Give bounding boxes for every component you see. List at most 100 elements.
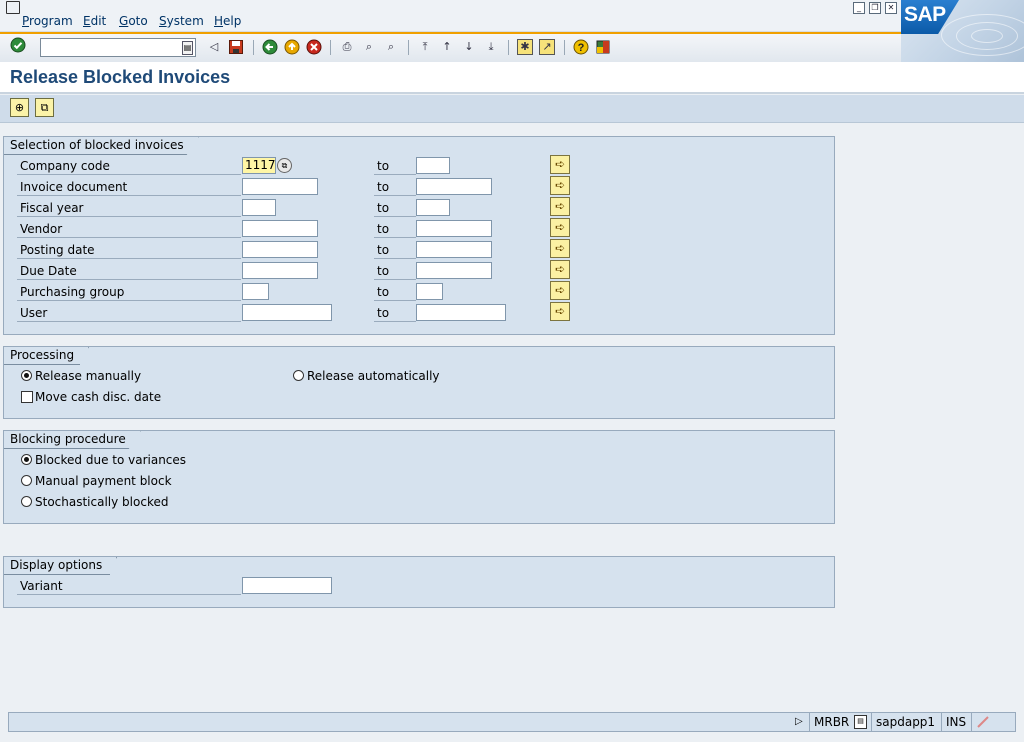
due-date-from-input[interactable] (242, 262, 318, 279)
company-code-to-input[interactable] (416, 157, 450, 174)
app-menu-icon[interactable] (6, 1, 20, 14)
label-underline (374, 279, 416, 280)
menu-edit[interactable]: Edit (83, 14, 106, 28)
exit-icon[interactable] (284, 39, 300, 55)
menu-program[interactable]: Program (22, 14, 73, 28)
purchasing-group-from-input[interactable] (242, 283, 269, 300)
layout-menu-icon[interactable] (595, 39, 611, 55)
invoice-document-label: Invoice document (20, 180, 128, 194)
label-underline (17, 321, 241, 322)
release-manually-label: Release manually (35, 369, 142, 383)
label-underline (374, 258, 416, 259)
enter-icon[interactable] (10, 37, 26, 53)
first-page-icon[interactable]: ⤒ (417, 39, 433, 55)
menu-help[interactable]: Help (214, 14, 241, 28)
svg-text:?: ? (578, 42, 585, 54)
fiscal-year-to-input[interactable] (416, 199, 450, 216)
due-date-label: Due Date (20, 264, 77, 278)
help-icon[interactable]: ? (573, 39, 589, 55)
posting-date-to-input[interactable] (416, 241, 492, 258)
release-automatically-radio[interactable] (293, 370, 304, 381)
release-manually-radio[interactable] (21, 370, 32, 381)
fiscal-year-multiple-selection-button[interactable]: ➪ (550, 197, 570, 216)
command-field[interactable]: ▤ (40, 38, 196, 57)
label-underline (17, 216, 241, 217)
vendor-label: Vendor (20, 222, 63, 236)
company-code-from-input[interactable]: 1117 (242, 157, 276, 174)
user-to-input[interactable] (416, 304, 506, 321)
sap-logo: SAP (901, 0, 1024, 62)
menu-system[interactable]: System (159, 14, 204, 28)
multiple-selection-icon[interactable]: ⧉ (277, 158, 292, 173)
blocked-variances-label: Blocked due to variances (35, 453, 187, 467)
menu-goto[interactable]: Goto (119, 14, 148, 28)
vendor-to-input[interactable] (416, 220, 492, 237)
find-icon[interactable]: ⌕ (361, 39, 377, 55)
manual-payment-block-label: Manual payment block (35, 474, 172, 488)
execute-icon[interactable]: ⊕ (10, 98, 29, 117)
restore-icon[interactable]: ❐ (869, 2, 881, 14)
minimize-icon[interactable]: _ (853, 2, 865, 14)
toolbar-separator (564, 40, 565, 55)
next-page-icon[interactable]: ↓ (461, 39, 477, 55)
stochastically-blocked-radio[interactable] (21, 496, 32, 507)
posting-date-label: Posting date (20, 243, 95, 257)
company-code-multiple-selection-button[interactable]: ➪ (550, 155, 570, 174)
selection-group-title: Selection of blocked invoices (4, 137, 199, 155)
print-icon[interactable]: ⎙ (339, 39, 355, 55)
label-underline (17, 300, 241, 301)
vendor-multiple-selection-button[interactable]: ➪ (550, 218, 570, 237)
toolbar-separator (253, 40, 254, 55)
back-icon[interactable] (262, 39, 278, 55)
invoice-document-multiple-selection-button[interactable]: ➪ (550, 176, 570, 195)
blocked-variances-radio[interactable] (21, 454, 32, 465)
cancel-icon[interactable] (306, 39, 322, 55)
label-underline (17, 258, 241, 259)
save-icon[interactable] (228, 39, 244, 55)
purchasing-group-label: Purchasing group (20, 285, 125, 299)
back-arrow-icon[interactable]: ◁ (206, 39, 222, 55)
variant-input[interactable] (242, 577, 332, 594)
group-underline (4, 574, 110, 575)
purchasing-group-to-input[interactable] (416, 283, 443, 300)
stochastically-blocked-label: Stochastically blocked (35, 495, 169, 509)
to-label: to (377, 285, 390, 299)
company-code-label: Company code (20, 159, 110, 173)
vendor-from-input[interactable] (242, 220, 318, 237)
fiscal-year-from-input[interactable] (242, 199, 276, 216)
session-info-icon[interactable]: ▤ (854, 715, 867, 729)
last-page-icon[interactable]: ⤓ (483, 39, 499, 55)
invoice-document-to-input[interactable] (416, 178, 492, 195)
label-underline (374, 237, 416, 238)
due-date-to-input[interactable] (416, 262, 492, 279)
find-next-icon[interactable]: ⌕ (383, 39, 399, 55)
invoice-document-from-input[interactable] (242, 178, 318, 195)
processing-group-title: Processing (4, 347, 89, 365)
move-cash-disc-checkbox[interactable] (21, 391, 33, 403)
insert-mode[interactable]: INS (941, 713, 971, 731)
user-from-input[interactable] (242, 304, 332, 321)
posting-date-from-input[interactable] (242, 241, 318, 258)
processing-group: Processing Release manually Release auto… (3, 346, 835, 419)
command-dropdown-icon[interactable]: ▤ (182, 41, 193, 55)
label-underline (374, 174, 416, 175)
manual-payment-block-radio[interactable] (21, 475, 32, 486)
transaction-cell[interactable]: MRBR ▤ (809, 713, 871, 731)
shortcut-icon[interactable]: ↗ (539, 39, 555, 55)
status-bar: ▷ MRBR ▤ sapdapp1 INS (8, 712, 1016, 732)
previous-page-icon[interactable]: ↑ (439, 39, 455, 55)
status-expand-icon[interactable]: ▷ (791, 713, 809, 731)
label-underline (17, 195, 241, 196)
posting-date-multiple-selection-button[interactable]: ➪ (550, 239, 570, 258)
create-session-icon[interactable]: ✱ (517, 39, 533, 55)
get-variant-icon[interactable]: ⧉ (35, 98, 54, 117)
label-underline (374, 216, 416, 217)
user-label: User (20, 306, 48, 320)
move-cash-disc-label: Move cash disc. date (35, 390, 162, 404)
release-automatically-label: Release automatically (307, 369, 440, 383)
purchasing-group-multiple-selection-button[interactable]: ➪ (550, 281, 570, 300)
close-icon[interactable]: ✕ (885, 2, 897, 14)
user-multiple-selection-button[interactable]: ➪ (550, 302, 570, 321)
due-date-multiple-selection-button[interactable]: ➪ (550, 260, 570, 279)
fiscal-year-label: Fiscal year (20, 201, 84, 215)
